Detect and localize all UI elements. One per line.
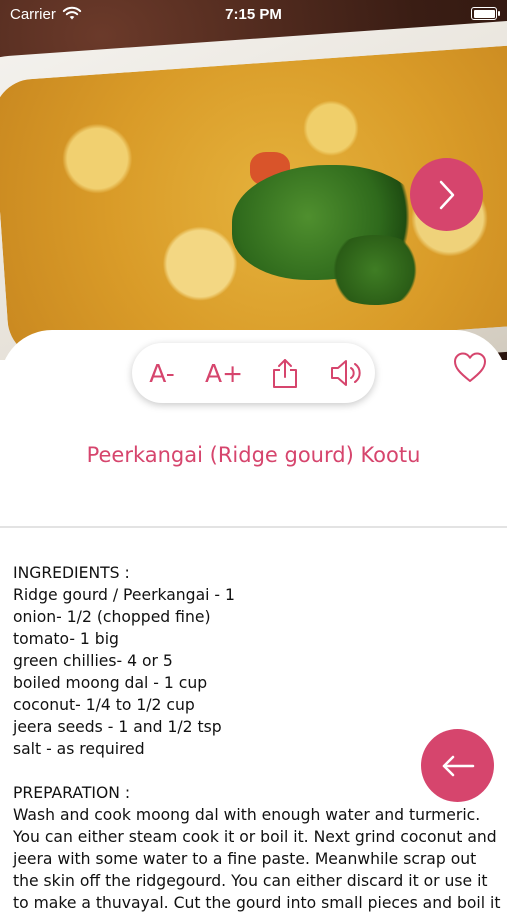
status-bar: Carrier 7:15 PM [0,0,507,28]
coriander-garnish-2 [320,235,430,305]
recipe-content: INGREDIENTS : Ridge gourd / Peerkangai -… [13,562,501,914]
decrease-font-label: A- [149,358,175,388]
recipe-title: Peerkangai (Ridge gourd) Kootu [86,443,421,467]
favorite-heart-icon[interactable] [452,350,488,386]
increase-font-label: A+ [204,358,244,388]
ingredient-item: green chillies- 4 or 5 [13,652,173,670]
speak-button[interactable] [326,343,366,403]
share-icon [273,359,297,388]
arrow-left-icon [442,755,474,776]
reading-toolbar: A- A+ [132,343,375,403]
preparation-line: jeera with some water to a fine paste. M… [13,850,477,868]
ingredients-heading: INGREDIENTS : [13,564,130,582]
speaker-icon [331,360,361,386]
preparation-line: to make a thuvayal. Cut the gourd into s… [13,894,501,912]
preparation-heading: PREPARATION : [13,784,131,802]
preparation-line: You can either steam cook it or boil it.… [13,828,497,846]
ingredient-item: tomato- 1 big [13,630,119,648]
ingredient-item: jeera seeds - 1 and 1/2 tsp [13,718,222,736]
back-button[interactable] [421,729,494,802]
chevron-right-icon [439,180,454,209]
ingredient-item: boiled moong dal - 1 cup [13,674,208,692]
status-time: 7:15 PM [225,6,282,23]
divider [0,526,507,528]
increase-font-button[interactable]: A+ [204,343,244,403]
ingredient-item: coconut- 1/4 to 1/2 cup [13,696,195,714]
preparation-line: Wash and cook moong dal with enough wate… [13,806,481,824]
preparation-line: the skin off the ridgegourd. You can eit… [13,872,488,890]
decrease-font-button[interactable]: A- [142,343,182,403]
next-recipe-button[interactable] [410,158,483,231]
share-button[interactable] [268,343,302,403]
ingredient-item: Ridge gourd / Peerkangai - 1 [13,586,235,604]
battery-icon [471,7,500,20]
ingredient-item: onion- 1/2 (chopped fine) [13,608,211,626]
